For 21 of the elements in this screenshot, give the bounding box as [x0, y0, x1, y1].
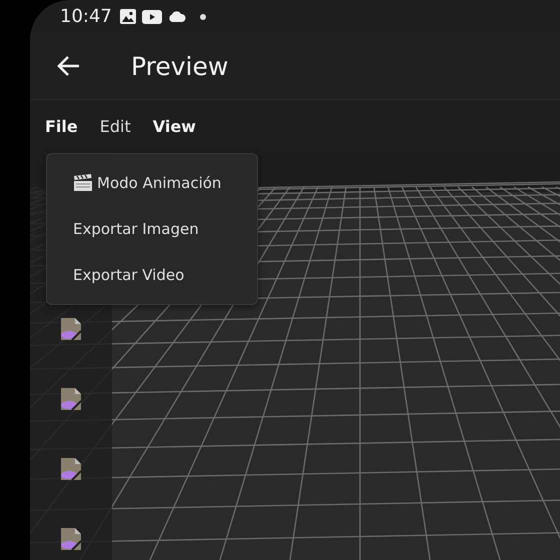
file-icon[interactable] [60, 317, 82, 341]
clapperboard-icon [73, 174, 93, 192]
clock-time: 10:47 [60, 6, 112, 27]
play-icon [142, 10, 162, 24]
dot-icon [200, 14, 206, 20]
menu-item[interactable]: Edit [100, 116, 131, 136]
file-icon[interactable] [60, 527, 82, 551]
image-icon [120, 9, 136, 24]
option-label: Exportar Video [73, 266, 184, 284]
option-label: Modo Animación [97, 174, 222, 192]
file-icon[interactable] [60, 457, 82, 481]
menu-item[interactable]: View [152, 116, 196, 136]
menu-option[interactable]: Exportar Video [47, 266, 257, 284]
menu-item[interactable]: File [45, 116, 78, 136]
cloud-icon [168, 11, 186, 22]
menu-option[interactable]: Modo Animación [47, 174, 257, 192]
file-icon[interactable] [60, 387, 82, 411]
menu-option[interactable]: Exportar Imagen [47, 220, 257, 238]
back-arrow-icon[interactable] [57, 55, 81, 77]
option-label: Exportar Imagen [73, 220, 199, 238]
screen-title: Preview [131, 52, 228, 80]
